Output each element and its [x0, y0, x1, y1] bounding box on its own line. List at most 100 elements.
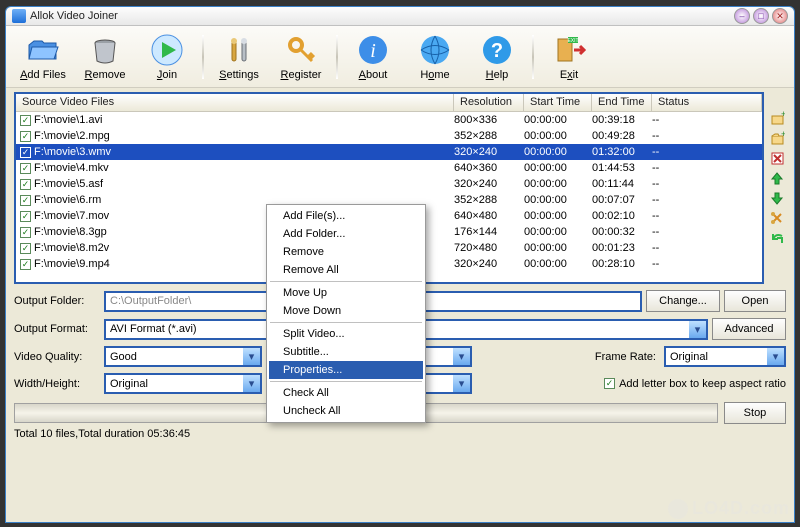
- checkbox-icon: ✓: [604, 378, 615, 389]
- col-resolution[interactable]: Resolution: [454, 94, 524, 111]
- cell-status: --: [652, 162, 762, 174]
- video-quality-combo[interactable]: Good ▾: [104, 346, 262, 367]
- row-checkbox[interactable]: ✓: [20, 163, 31, 174]
- cell-end: 00:28:10: [592, 258, 652, 270]
- file-path: F:\movie\4.mkv: [34, 162, 109, 174]
- ctx-remove[interactable]: Remove: [269, 243, 423, 261]
- separator: [336, 35, 338, 79]
- folder-open-icon: [25, 32, 61, 68]
- svg-text:?: ?: [491, 40, 503, 62]
- cell-start: 00:00:00: [524, 242, 592, 254]
- titlebar[interactable]: Allok Video Joiner – □ ✕: [6, 7, 794, 26]
- row-checkbox[interactable]: ✓: [20, 147, 31, 158]
- minimize-button[interactable]: –: [734, 8, 750, 24]
- side-add-icon[interactable]: +: [769, 110, 785, 126]
- table-row[interactable]: ✓F:\movie\1.avi800×33600:00:0000:39:18--: [16, 112, 762, 128]
- change-button[interactable]: Change...: [646, 290, 720, 312]
- help-icon: ?: [479, 32, 515, 68]
- row-checkbox[interactable]: ✓: [20, 131, 31, 142]
- row-checkbox[interactable]: ✓: [20, 179, 31, 190]
- cell-end: 01:44:53: [592, 162, 652, 174]
- letterbox-checkbox[interactable]: ✓ Add letter box to keep aspect ratio: [604, 378, 786, 390]
- width-height-combo[interactable]: Original ▾: [104, 373, 262, 394]
- help-button[interactable]: ? Help: [466, 32, 528, 81]
- app-window: Allok Video Joiner – □ ✕ Add Files Remov…: [5, 6, 795, 523]
- svg-text:+: +: [781, 131, 785, 139]
- ctx-move-down[interactable]: Move Down: [269, 302, 423, 320]
- cell-status: --: [652, 258, 762, 270]
- cell-start: 00:00:00: [524, 194, 592, 206]
- cell-start: 00:00:00: [524, 114, 592, 126]
- col-start[interactable]: Start Time: [524, 94, 592, 111]
- open-button[interactable]: Open: [724, 290, 786, 312]
- register-button[interactable]: Register: [270, 32, 332, 81]
- output-format-label: Output Format:: [14, 323, 100, 335]
- table-row[interactable]: ✓F:\movie\2.mpg352×28800:00:0000:49:28--: [16, 128, 762, 144]
- globe-icon: [417, 32, 453, 68]
- ctx-check-all[interactable]: Check All: [269, 384, 423, 402]
- separator: [270, 281, 422, 282]
- close-button[interactable]: ✕: [772, 8, 788, 24]
- row-checkbox[interactable]: ✓: [20, 259, 31, 270]
- ctx-remove-all[interactable]: Remove All: [269, 261, 423, 279]
- ctx-properties[interactable]: Properties...: [269, 361, 423, 379]
- table-row[interactable]: ✓F:\movie\4.mkv640×36000:00:0001:44:53--: [16, 160, 762, 176]
- separator: [532, 35, 534, 79]
- context-menu: Add File(s)... Add Folder... Remove Remo…: [266, 204, 426, 423]
- side-move-up-icon[interactable]: [769, 170, 785, 186]
- col-source[interactable]: Source Video Files: [16, 94, 454, 111]
- cell-start: 00:00:00: [524, 258, 592, 270]
- cell-end: 00:01:23: [592, 242, 652, 254]
- cell-resolution: 352×288: [454, 130, 524, 142]
- exit-label: Exit: [560, 69, 578, 81]
- separator: [270, 381, 422, 382]
- about-label: About: [359, 69, 388, 81]
- row-checkbox[interactable]: ✓: [20, 243, 31, 254]
- side-split-icon[interactable]: [769, 210, 785, 226]
- row-checkbox[interactable]: ✓: [20, 227, 31, 238]
- remove-label: Remove: [85, 69, 126, 81]
- cell-start: 00:00:00: [524, 226, 592, 238]
- side-refresh-icon[interactable]: [769, 230, 785, 246]
- file-path: F:\movie\9.mp4: [34, 258, 110, 270]
- cell-start: 00:00:00: [524, 162, 592, 174]
- home-button[interactable]: Home: [404, 32, 466, 81]
- advanced-button[interactable]: Advanced: [712, 318, 786, 340]
- row-checkbox[interactable]: ✓: [20, 115, 31, 126]
- settings-button[interactable]: Settings: [208, 32, 270, 81]
- chevron-down-icon: ▾: [689, 321, 706, 338]
- side-add-folder-icon[interactable]: +: [769, 130, 785, 146]
- col-status[interactable]: Status: [652, 94, 762, 111]
- window-title: Allok Video Joiner: [30, 10, 734, 22]
- row-checkbox[interactable]: ✓: [20, 211, 31, 222]
- table-row[interactable]: ✓F:\movie\5.asf320×24000:00:0000:11:44--: [16, 176, 762, 192]
- exit-button[interactable]: EXIT Exit: [538, 32, 600, 81]
- ctx-move-up[interactable]: Move Up: [269, 284, 423, 302]
- col-end[interactable]: End Time: [592, 94, 652, 111]
- side-delete-icon[interactable]: [769, 150, 785, 166]
- ctx-add-folder[interactable]: Add Folder...: [269, 225, 423, 243]
- maximize-button[interactable]: □: [753, 8, 769, 24]
- separator: [202, 35, 204, 79]
- row-checkbox[interactable]: ✓: [20, 195, 31, 206]
- ctx-subtitle[interactable]: Subtitle...: [269, 343, 423, 361]
- ctx-split-video[interactable]: Split Video...: [269, 325, 423, 343]
- table-row[interactable]: ✓F:\movie\3.wmv320×24000:00:0001:32:00--: [16, 144, 762, 160]
- about-button[interactable]: i About: [342, 32, 404, 81]
- join-button[interactable]: Join: [136, 32, 198, 81]
- remove-button[interactable]: Remove: [74, 32, 136, 81]
- cell-status: --: [652, 146, 762, 158]
- frame-rate-combo[interactable]: Original ▾: [664, 346, 786, 367]
- wrench-icon: [221, 32, 257, 68]
- file-path: F:\movie\3.wmv: [34, 146, 111, 158]
- file-path: F:\movie\1.avi: [34, 114, 102, 126]
- cell-status: --: [652, 226, 762, 238]
- frame-rate-label: Frame Rate:: [588, 351, 660, 363]
- side-move-down-icon[interactable]: [769, 190, 785, 206]
- chevron-down-icon: ▾: [243, 375, 260, 392]
- add-files-button[interactable]: Add Files: [12, 32, 74, 81]
- ctx-uncheck-all[interactable]: Uncheck All: [269, 402, 423, 420]
- cell-status: --: [652, 130, 762, 142]
- stop-button[interactable]: Stop: [724, 402, 786, 424]
- ctx-add-files[interactable]: Add File(s)...: [269, 207, 423, 225]
